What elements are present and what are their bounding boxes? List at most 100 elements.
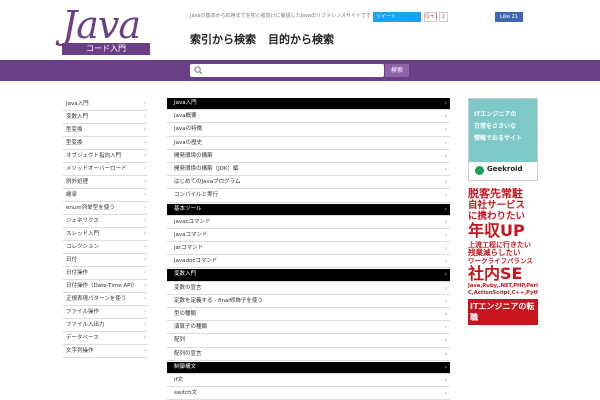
topic-list-item[interactable]: if文 › [167, 375, 450, 388]
nav-purpose-search[interactable]: 目的から検索 [268, 33, 334, 46]
page: Java コード入門 Javaの基本から応用までを初心者向けに解説したJavaの… [0, 0, 600, 400]
topic-label: コンパイルと実行 [174, 192, 219, 199]
chevron-right-icon: › [444, 192, 447, 200]
topic-list-item[interactable]: 配列 › [167, 335, 450, 348]
topic-category-header[interactable]: 変数入門 › [167, 269, 450, 282]
chevron-right-icon: › [143, 139, 146, 146]
chevron-right-icon: › [143, 113, 146, 120]
topic-list-item[interactable]: javaコマンド › [167, 230, 450, 243]
topic-list-item[interactable]: 演算子の種類 › [167, 322, 450, 335]
chevron-right-icon: › [444, 113, 447, 121]
topic-list-item[interactable]: 変数の宣言 › [167, 283, 450, 295]
chevron-right-icon: › [444, 284, 447, 292]
chevron-right-icon: › [143, 282, 146, 289]
left-list-item[interactable]: enum列挙型を使う › [63, 202, 148, 215]
topic-list-item[interactable]: 開発環境の構築 › [167, 151, 450, 163]
left-list-label: データベース [66, 335, 99, 341]
chevron-right-icon: › [143, 308, 146, 315]
left-list-label: コレクション [66, 244, 100, 250]
left-category-list: Java入門 › 変数入門 › 型変換 › 型変換 › オブジェクト指向入門 › メソッドオーバーロ… [63, 98, 148, 358]
left-list-item[interactable]: Java入門 › [63, 98, 148, 111]
chevron-right-icon: › [143, 204, 146, 211]
topic-list-item[interactable]: Javaの特徴 › [167, 124, 450, 137]
nav-index-search[interactable]: 索引から検索 [190, 33, 256, 46]
topic-label: 配列の宣言 [174, 350, 202, 357]
geekroid-ad[interactable]: ITエンジニアの 日常をささいな 情報でおるサイト Geekroid [468, 98, 538, 181]
left-list-item[interactable]: 変数入門 › [63, 111, 148, 124]
left-list-item[interactable]: 日付操作 › [63, 267, 148, 280]
job-ad[interactable]: 脱客先常駐 自社サービス に携わりたい 年収UP 上流工程に行きたい 残業減らし… [468, 188, 538, 400]
logo-subtitle: コード入門 [62, 43, 150, 55]
main-nav: 索引から検索 目的から検索 [190, 31, 346, 47]
chevron-right-icon: › [444, 100, 447, 107]
topic-list-item[interactable]: コンパイルと実行 › [167, 190, 450, 203]
topic-list-item[interactable]: はじめてのJavaプログラム › [167, 177, 450, 190]
topic-label: 開発環境の構築（JDK）編 [174, 165, 239, 172]
left-list-item[interactable]: 型変換 › [63, 137, 148, 150]
left-list-item[interactable]: 継承 › [63, 189, 148, 202]
topic-label: if文 [174, 376, 183, 383]
topic-label: javadocコマンド [174, 258, 218, 265]
logo-text: Java [62, 3, 141, 47]
topic-list-item[interactable]: javacコマンド › [167, 217, 450, 229]
facebook-like-button[interactable]: Like 21 [495, 12, 523, 22]
topic-list-item[interactable]: switch文 › [167, 388, 450, 400]
left-list-item[interactable]: 文字列操作 › [63, 345, 148, 358]
left-list-label: オブジェクト指向入門 [66, 153, 122, 159]
topic-list-item[interactable]: Java概要 › [167, 111, 450, 124]
left-list-item[interactable]: ジェネリクス › [63, 215, 148, 228]
left-list-item[interactable]: 日付 › [63, 254, 148, 267]
left-list-item[interactable]: データベース › [63, 332, 148, 345]
left-list-item[interactable]: ファイル入出力 › [63, 319, 148, 332]
topic-list-item[interactable]: 配列の宣言 › [167, 349, 450, 361]
topic-list-item[interactable]: 定数を定義する - final修飾子を使う › [167, 296, 450, 308]
left-list-item[interactable]: 正規表現パターンを使う › [63, 293, 148, 306]
ad1-line: 日常をささいな [474, 123, 517, 130]
topic-label: 制御構文 [174, 363, 197, 370]
chevron-right-icon: › [143, 256, 146, 263]
gplus-button[interactable]: G+1 [424, 12, 439, 22]
left-list-item[interactable]: メソッドオーバーロード › [63, 163, 148, 176]
left-list-label: ファイル操作 [66, 309, 100, 315]
topic-list-item[interactable]: Javaの歴史 › [167, 138, 450, 150]
left-list-label: 型変換 [66, 140, 83, 146]
site-logo[interactable]: Java コード入門 [62, 3, 150, 55]
left-list-item[interactable]: 日付操作（Date-Time API） › [63, 280, 148, 293]
topic-label: 型の種類 [174, 311, 197, 317]
left-list-label: ジェネリクス [66, 218, 99, 224]
topic-list-item[interactable]: 開発環境の構築（JDK）編 › [167, 164, 450, 177]
topic-list-item[interactable]: 型の種類 › [167, 309, 450, 322]
chevron-right-icon: › [444, 218, 447, 226]
ad2-line: 社内SE [468, 264, 523, 284]
twitter-share-button[interactable]: ツイート [373, 12, 421, 22]
chevron-right-icon: › [444, 152, 447, 160]
topic-list-item[interactable]: jarコマンド › [167, 243, 450, 256]
chevron-right-icon: › [444, 205, 447, 213]
left-list-item[interactable]: 例外処理 › [63, 176, 148, 189]
ad1-line: 情報でおるサイト [474, 135, 523, 142]
chevron-right-icon: › [444, 297, 447, 305]
left-list-label: 継承 [66, 192, 78, 198]
left-list-item[interactable]: 型変換 › [63, 124, 148, 137]
search-input[interactable] [190, 64, 384, 77]
left-list-item[interactable]: ファイル操作 › [63, 306, 148, 319]
left-list-label: ファイル入出力 [66, 322, 105, 328]
topic-category-header[interactable]: 制御構文 › [167, 361, 450, 374]
topic-list-item[interactable]: javadocコマンド › [167, 256, 450, 269]
left-list-item[interactable]: オブジェクト指向入門 › [63, 150, 148, 163]
topic-category-header[interactable]: 基本ツール › [167, 203, 450, 216]
search-icon [194, 66, 203, 75]
search-button[interactable]: 検索 [385, 64, 409, 77]
topic-category-header[interactable]: Java入門 › [167, 98, 450, 111]
left-list-label: 変数入門 [66, 114, 89, 120]
left-list-item[interactable]: コレクション › [63, 241, 148, 254]
ad2-line: 自社サービス [468, 199, 526, 211]
chevron-right-icon: › [143, 347, 146, 354]
ad1-text: ITエンジニアの 日常をささいな 情報でおるサイト [474, 109, 522, 145]
chevron-right-icon: › [444, 337, 447, 345]
chevron-right-icon: › [444, 363, 447, 371]
left-list-label: 日付 [66, 257, 78, 263]
ad2-banner: ITエンジニアの転職 [468, 299, 538, 326]
left-list-item[interactable]: スレッド入門 › [63, 228, 148, 241]
left-list-label: 文字列操作 [66, 348, 94, 354]
